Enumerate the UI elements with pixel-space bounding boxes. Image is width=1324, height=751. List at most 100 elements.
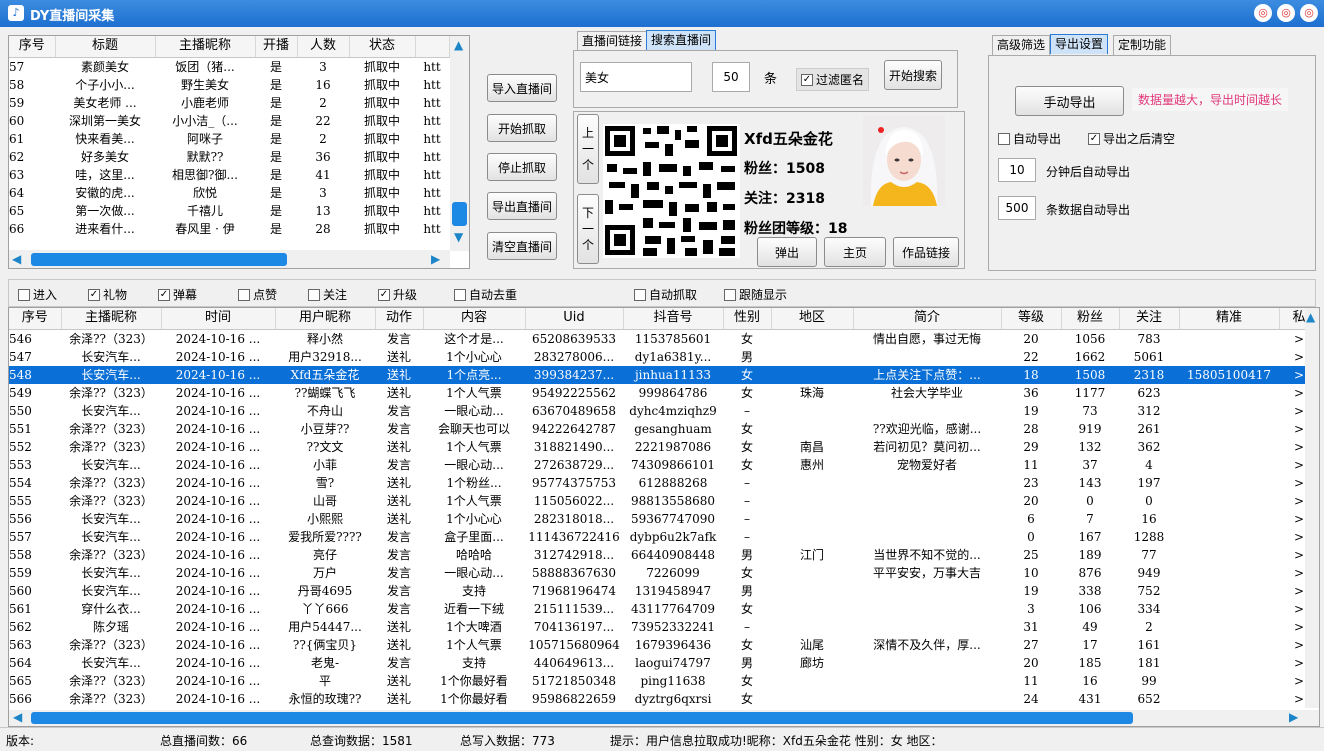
table-row[interactable]: 550 长安汽车... 2024-10-16 ... 不舟山 发言 一眼心动... 6367… — [9, 402, 1319, 420]
event-col-header[interactable]: 关注 — [1119, 308, 1180, 330]
event-col-header[interactable]: 内容 — [423, 308, 526, 330]
table-row[interactable]: 561 穿什么衣... 2024-10-16 ... 丫丫666 发言 近看一下绒 2151… — [9, 600, 1319, 618]
table-row[interactable]: 553 长安汽车... 2024-10-16 ... 小菲 发言 一眼心动... 27263… — [9, 456, 1319, 474]
scroll-left-icon[interactable]: ◀ — [12, 252, 21, 266]
tab-room-link[interactable]: 直播间链接 — [577, 31, 648, 51]
table-row[interactable]: 557 长安汽车... 2024-10-16 ... 爱我所爱???? 发言 盒子里面..… — [9, 528, 1319, 546]
scroll-right-icon[interactable]: ▶ — [1289, 710, 1298, 724]
import-rooms-button[interactable]: 导入直播间 — [487, 74, 557, 102]
live-col-header[interactable]: 人数 — [297, 36, 350, 58]
rows-input[interactable]: 500 — [998, 196, 1036, 220]
scroll-down-icon[interactable]: ▼ — [454, 230, 463, 244]
scroll-up-icon[interactable]: ▲ — [1306, 310, 1315, 324]
live-col-header[interactable]: 序号 — [9, 36, 56, 58]
table-row[interactable]: 566 余泽??（323） 2024-10-16 ... 永恒的玫瑰?? 送礼 1个你最好… — [9, 690, 1319, 708]
table-row[interactable]: 555 余泽??（323） 2024-10-16 ... 山哥 送礼 1个人气票 11505… — [9, 492, 1319, 510]
event-col-header[interactable]: 等级 — [1001, 308, 1062, 330]
export-rooms-button[interactable]: 导出直播间 — [487, 192, 557, 220]
event-col-header[interactable]: Uid — [525, 308, 624, 330]
clear-rooms-button[interactable]: 清空直播间 — [487, 232, 557, 260]
table-row[interactable]: 57 素颜美女 饭团（猪... 是 3 抓取中 htt — [9, 57, 449, 76]
hscroll-thumb[interactable] — [31, 712, 1133, 724]
tab-custom-features[interactable]: 定制功能 — [1113, 35, 1172, 55]
table-row[interactable]: 552 余泽??（323） 2024-10-16 ... ??文文 送礼 1个人气票 318… — [9, 438, 1319, 456]
table-row[interactable]: 559 长安汽车... 2024-10-16 ... 万户 发言 一眼心动... 58888… — [9, 564, 1319, 582]
table-row[interactable]: 62 好多美女 默默?? 是 36 抓取中 htt — [9, 148, 449, 166]
table-row[interactable]: 65 第一次做... 千禧儿 是 13 抓取中 htt — [9, 202, 449, 220]
live-col-header[interactable]: 开播 — [255, 36, 298, 58]
table-row[interactable]: 565 余泽??（323） 2024-10-16 ... 平 送礼 1个你最好看 51721… — [9, 672, 1319, 690]
homepage-button[interactable]: 主页 — [824, 237, 886, 267]
live-col-header[interactable]: 状态 — [349, 36, 416, 58]
live-col-header[interactable]: 主播昵称 — [155, 36, 256, 58]
scroll-thumb[interactable] — [452, 202, 467, 226]
table-row[interactable]: 563 余泽??（323） 2024-10-16 ... ??{俩宝贝} 送礼 1个人气票… — [9, 636, 1319, 654]
table-row[interactable]: 548 长安汽车... 2024-10-16 ... Xfd五朵金花 送礼 1个点亮...… — [9, 365, 1319, 384]
live-table-hscroll[interactable]: ◀ ▶ — [9, 250, 450, 268]
table-row[interactable]: 562 陈夕瑶 2024-10-16 ... 用户54447... 送礼 1个大啤酒 704… — [9, 618, 1319, 636]
stop-capture-button[interactable]: 停止抓取 — [487, 153, 557, 181]
table-row[interactable]: 551 余泽??（323） 2024-10-16 ... 小豆芽?? 发言 会聊天也可以 9… — [9, 420, 1319, 438]
table-row[interactable]: 564 长安汽车... 2024-10-16 ... 老鬼- 发言 支持 440649613… — [9, 654, 1319, 672]
table-row[interactable]: 556 长安汽车... 2024-10-16 ... 小熙熙 送礼 1个小心心 282318… — [9, 510, 1319, 528]
event-hscroll[interactable]: ◀ ▶ — [9, 710, 1319, 726]
tab-export-settings[interactable]: 导出设置 — [1050, 34, 1109, 54]
maximize-icon[interactable]: ◎ — [1277, 4, 1295, 22]
clear-after-export-checkbox[interactable]: ✓ 导出之后清空 — [1088, 130, 1175, 147]
table-row[interactable]: 547 长安汽车... 2024-10-16 ... 用户32918... 送礼 1个小心… — [9, 348, 1319, 366]
tab-search-rooms[interactable]: 搜索直播间 — [646, 30, 717, 50]
table-row[interactable]: 560 长安汽车... 2024-10-16 ... 丹哥4695 发言 支持 719681… — [9, 582, 1319, 600]
event-col-header[interactable]: 性别 — [723, 308, 772, 330]
minutes-input[interactable]: 10 — [998, 158, 1036, 182]
table-row[interactable]: 549 余泽??（323） 2024-10-16 ... ??蝴蝶飞飞 送礼 1个人气票 9… — [9, 384, 1319, 402]
table-row[interactable]: 554 余泽??（323） 2024-10-16 ... 雪? 送礼 1个粉丝... 957… — [9, 474, 1319, 492]
table-row[interactable]: 61 快来看美... 阿咪子 是 2 抓取中 htt — [9, 130, 449, 148]
filter-anon-checkbox[interactable]: ✓ 过滤匿名 — [796, 68, 870, 91]
manual-export-button[interactable]: 手动导出 — [1015, 86, 1124, 116]
filter-checkbox[interactable]: ✓ 升级 — [378, 286, 417, 303]
event-col-header[interactable]: 序号 — [9, 308, 62, 330]
live-table-vscroll[interactable]: ▲ ▼ — [450, 36, 469, 251]
keyword-input[interactable]: 美女 — [580, 62, 692, 92]
tab-advanced-filter[interactable]: 高级筛选 — [992, 35, 1051, 55]
table-row[interactable]: 64 安徽的虎... 欣悦 是 3 抓取中 htt — [9, 184, 449, 202]
filter-checkbox[interactable]: 进入 — [18, 286, 57, 303]
event-col-header[interactable]: 时间 — [161, 308, 276, 330]
scroll-left-icon[interactable]: ◀ — [13, 710, 22, 724]
event-col-header[interactable]: 抖音号 — [623, 308, 724, 330]
event-col-header[interactable]: 用户昵称 — [275, 308, 376, 330]
next-button[interactable]: 下一个 — [577, 194, 599, 264]
event-col-header[interactable]: 粉丝 — [1061, 308, 1120, 330]
prev-button[interactable]: 上一个 — [577, 114, 599, 184]
minimize-icon[interactable]: ◎ — [1254, 4, 1272, 22]
table-row[interactable]: 58 个子小小... 野生美女 是 16 抓取中 htt — [9, 76, 449, 94]
filter-checkbox[interactable]: 点赞 — [238, 286, 277, 303]
event-col-header[interactable]: 精准 — [1179, 308, 1280, 330]
event-vscroll[interactable]: ▲ — [1305, 308, 1319, 708]
filter-checkbox[interactable]: 自动抓取 — [634, 286, 697, 303]
start-search-button[interactable]: 开始搜索 — [884, 60, 942, 90]
table-row[interactable]: 66 进来看什... 春风里 · 伊 是 28 抓取中 htt — [9, 220, 449, 238]
filter-checkbox[interactable]: 跟随显示 — [724, 286, 787, 303]
scroll-up-icon[interactable]: ▲ — [454, 38, 463, 52]
works-link-button[interactable]: 作品链接 — [893, 237, 959, 267]
filter-checkbox[interactable]: ✓ 礼物 — [88, 286, 127, 303]
event-col-header[interactable]: 简介 — [853, 308, 1002, 330]
auto-export-checkbox[interactable]: 自动导出 — [998, 130, 1061, 147]
event-col-header[interactable]: 主播昵称 — [61, 308, 162, 330]
count-input[interactable]: 50 — [712, 62, 750, 92]
close-icon[interactable]: ◎ — [1300, 4, 1318, 22]
filter-checkbox[interactable]: ✓ 弹幕 — [158, 286, 197, 303]
scroll-right-icon[interactable]: ▶ — [431, 252, 440, 266]
event-col-header[interactable]: 地区 — [771, 308, 854, 330]
table-row[interactable]: 558 余泽??（323） 2024-10-16 ... 亮仔 发言 哈哈哈 3127429… — [9, 546, 1319, 564]
table-row[interactable]: 63 哇，这里... 相思御?御... 是 41 抓取中 htt — [9, 166, 449, 184]
event-col-header[interactable]: 动作 — [375, 308, 424, 330]
start-capture-button[interactable]: 开始抓取 — [487, 114, 557, 142]
live-col-header[interactable]: 标题 — [55, 36, 156, 58]
table-row[interactable]: 60 深圳第一美女 小小洁_（... 是 22 抓取中 htt — [9, 112, 449, 130]
table-row[interactable]: 59 美女老师 ... 小鹿老师 是 2 抓取中 htt — [9, 94, 449, 112]
filter-checkbox[interactable]: 自动去重 — [454, 286, 517, 303]
hscroll-thumb[interactable] — [31, 253, 287, 266]
popup-button[interactable]: 弹出 — [757, 237, 817, 267]
